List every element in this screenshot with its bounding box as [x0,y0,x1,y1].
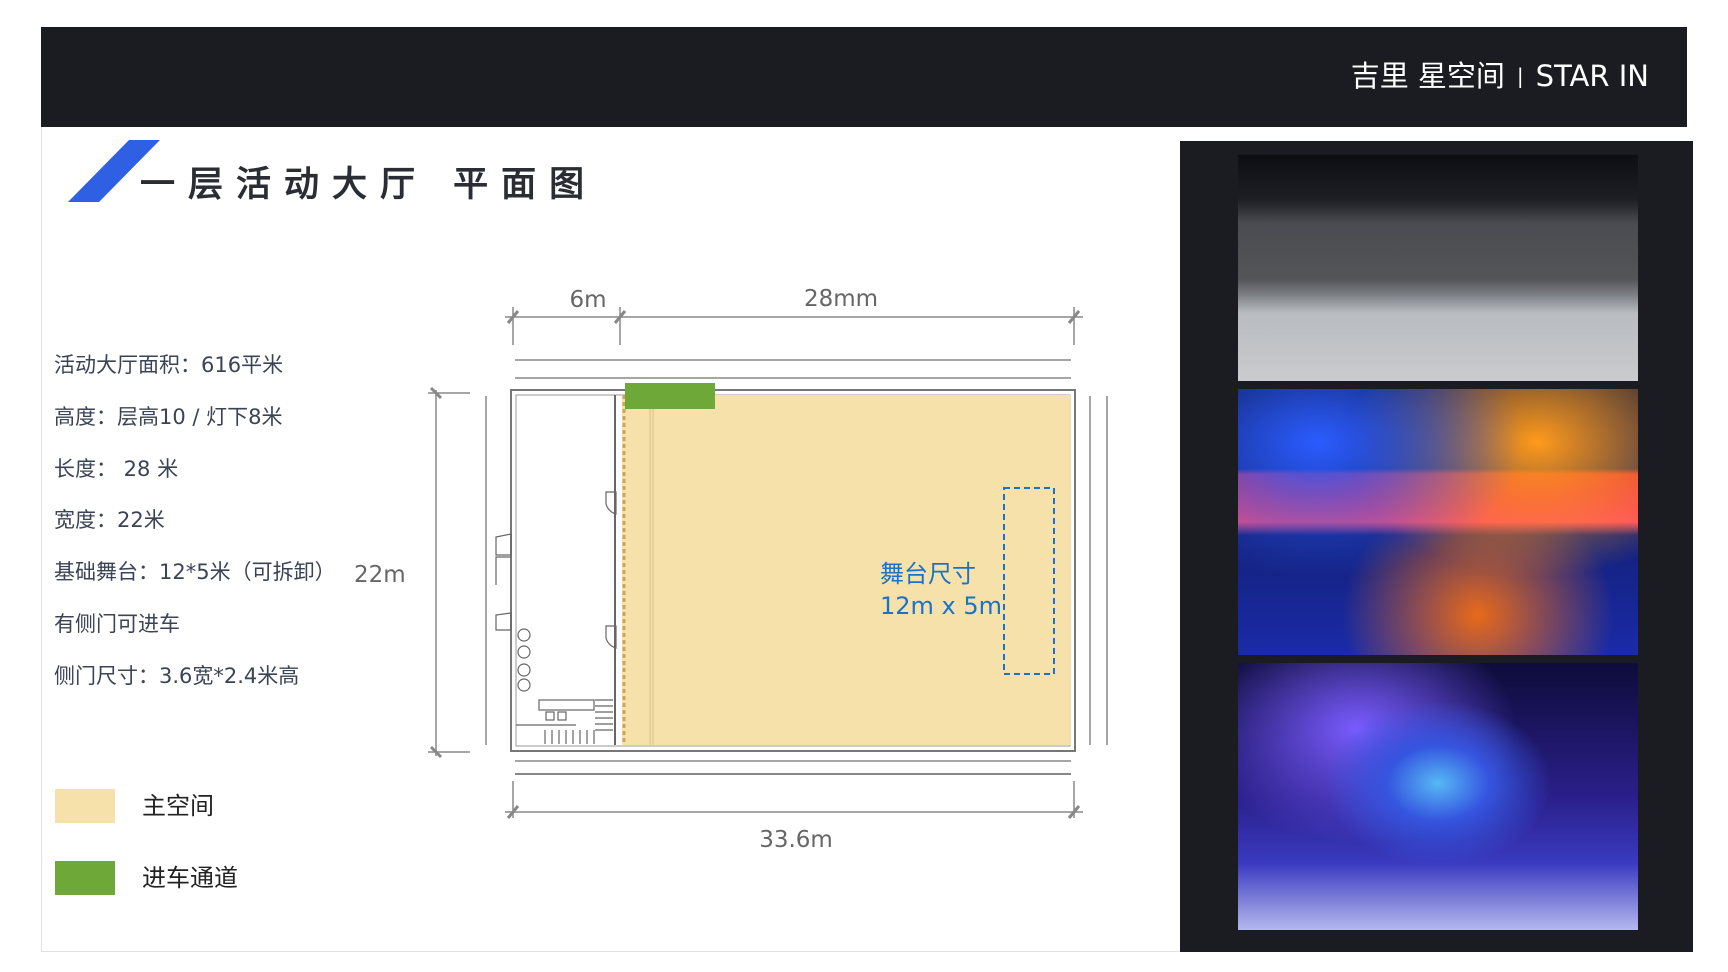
floor-plan [428,307,1108,819]
stage-size: 12m x 5m [880,592,1003,620]
dim-left: 22m [354,562,406,588]
stage-label: 舞台尺寸 12m x 5m [880,558,1002,622]
vehicle-access-area [625,383,715,409]
dim-top-right: 28mm [803,286,879,312]
empty-hall-stage-photo [1238,155,1638,381]
event-stage-lighting-photo [1238,389,1638,655]
dim-top-left: 6m [569,287,607,313]
legend-swatch-vehicle [55,861,115,895]
brand: 吉里 星空间 | STAR IN [1351,56,1649,96]
gala-stage-audience-photo [1238,663,1638,930]
brand-cn: 吉里 星空间 [1350,59,1505,93]
stage-title: 舞台尺寸 [880,560,976,588]
brand-en: STAR IN [1535,59,1649,93]
legend-label-main: 主空间 [142,792,214,820]
dim-bottom: 33.6m [759,827,833,853]
legend-swatch-main [55,789,115,823]
brand-separator: | [1516,64,1524,88]
legend-label-vehicle: 进车通道 [142,864,238,892]
